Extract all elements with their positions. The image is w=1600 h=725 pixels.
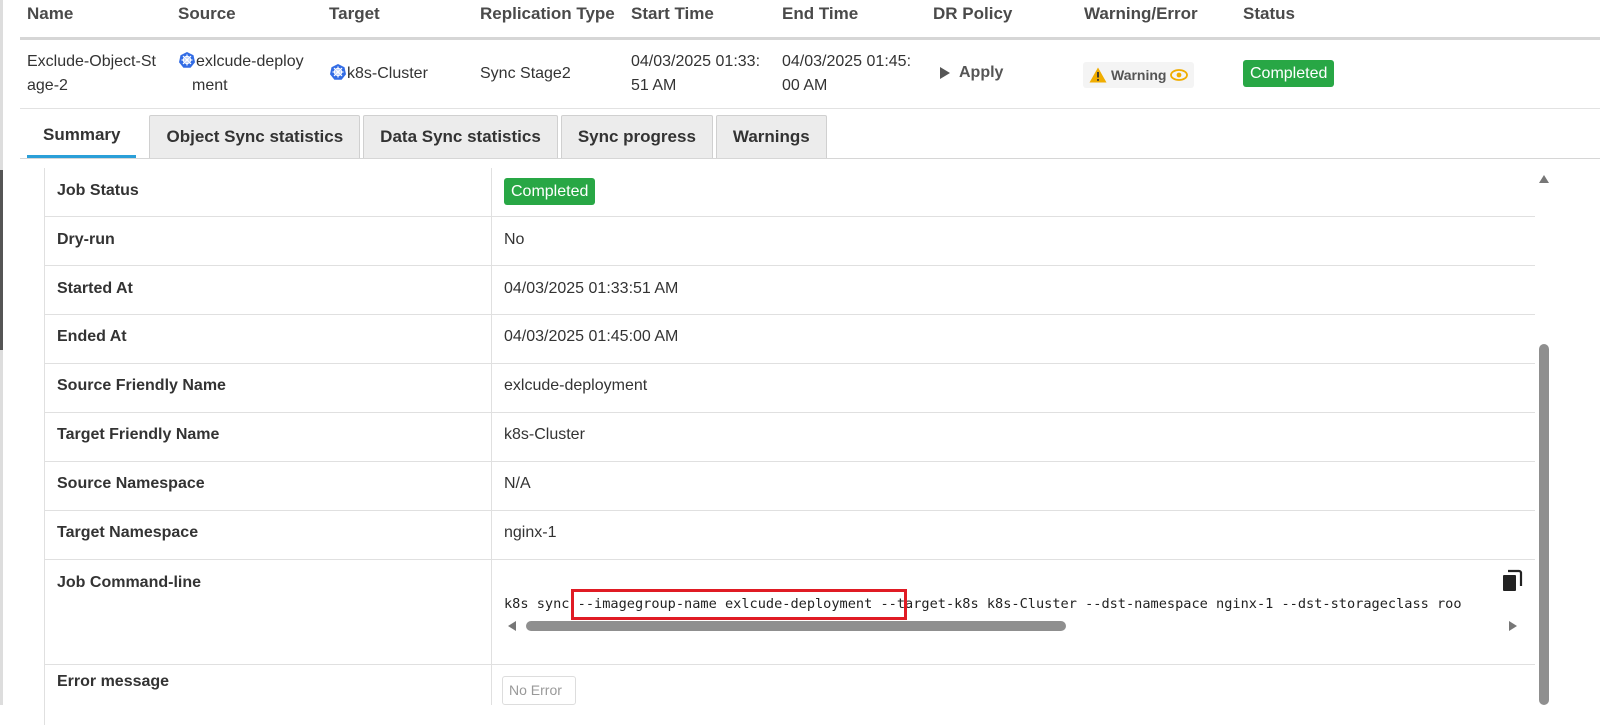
summary-row-job-status: Job Status Completed [45,168,1535,217]
command-horizontal-scrollbar[interactable] [506,619,1519,633]
summary-row-target-friendly-name: Target Friendly Name k8s-Cluster [45,413,1535,462]
kubernetes-icon [330,64,346,80]
row-replication-type: Sync Stage2 [480,65,571,82]
summary-row-source-friendly-name: Source Friendly Name exlcude-deployment [45,364,1535,413]
kubernetes-icon [179,52,195,68]
scroll-up-arrow-icon[interactable] [1538,174,1550,184]
eye-icon[interactable] [1170,69,1189,81]
warning-badge[interactable]: Warning [1083,62,1195,88]
row-divider [20,108,1600,109]
scroll-right-arrow-icon[interactable] [1507,620,1519,632]
column-separator [491,168,492,705]
row-name: Exclude-Object-St age-2 [27,53,156,94]
summary-row-dry-run: Dry-run No [45,217,1535,266]
row-start-time: 04/03/2025 01:33: 51 AM [631,53,761,94]
summary-row-error-message: Error message [57,673,170,690]
col-header-warning-error[interactable]: Warning/Error [1084,4,1198,24]
vertical-scroll-thumb[interactable] [1539,344,1549,705]
tab-object-sync-statistics[interactable]: Object Sync statistics [149,115,361,158]
table-row[interactable]: Exclude-Object-St age-2 exlcude-deploy m… [20,40,1600,108]
summary-row-started-at: Started At 04/03/2025 01:33:51 AM [45,266,1535,315]
highlight-annotation-box [571,589,907,620]
tab-summary[interactable]: Summary [27,115,137,158]
copy-icon[interactable] [1500,569,1524,598]
row-source: exlcude-deploy ment [178,50,304,98]
play-icon [940,67,950,79]
row-end-time: 04/03/2025 01:45: 00 AM [782,53,912,94]
summary-table: Job Status Completed Dry-run No Started … [44,168,1535,725]
col-header-name[interactable]: Name [27,4,73,24]
col-header-replication-type[interactable]: Replication Type [480,4,615,24]
horizontal-scroll-thumb[interactable] [526,621,1066,631]
col-header-source[interactable]: Source [178,4,236,24]
tab-sync-progress[interactable]: Sync progress [560,115,713,158]
apply-dr-policy-button[interactable]: Apply [939,64,1003,82]
scroll-left-arrow-icon[interactable] [506,620,518,632]
job-status-badge: Completed [504,178,596,205]
summary-row-ended-at: Ended At 04/03/2025 01:45:00 AM [45,315,1535,364]
tab-data-sync-statistics[interactable]: Data Sync statistics [363,115,558,158]
table-header: Name Source Target Replication Type Star… [20,0,1600,38]
row-target: k8s-Cluster [329,62,428,86]
warning-triangle-icon [1089,67,1107,83]
col-header-target[interactable]: Target [329,4,380,24]
detail-tabs: Summary Object Sync statistics Data Sync… [27,115,827,160]
summary-row-target-namespace: Target Namespace nginx-1 [45,511,1535,560]
vertical-scrollbar[interactable] [1536,168,1552,705]
tabs-divider [20,158,1600,159]
error-message-field: No Error [502,676,576,705]
left-edge-strip [0,0,3,705]
summary-row-source-namespace: Source Namespace N/A [45,462,1535,511]
status-badge: Completed [1243,60,1335,87]
tab-warnings[interactable]: Warnings [715,115,827,158]
col-header-start-time[interactable]: Start Time [631,4,714,24]
col-header-end-time[interactable]: End Time [782,4,858,24]
col-header-dr-policy[interactable]: DR Policy [933,4,1012,24]
col-header-status[interactable]: Status [1243,4,1295,24]
